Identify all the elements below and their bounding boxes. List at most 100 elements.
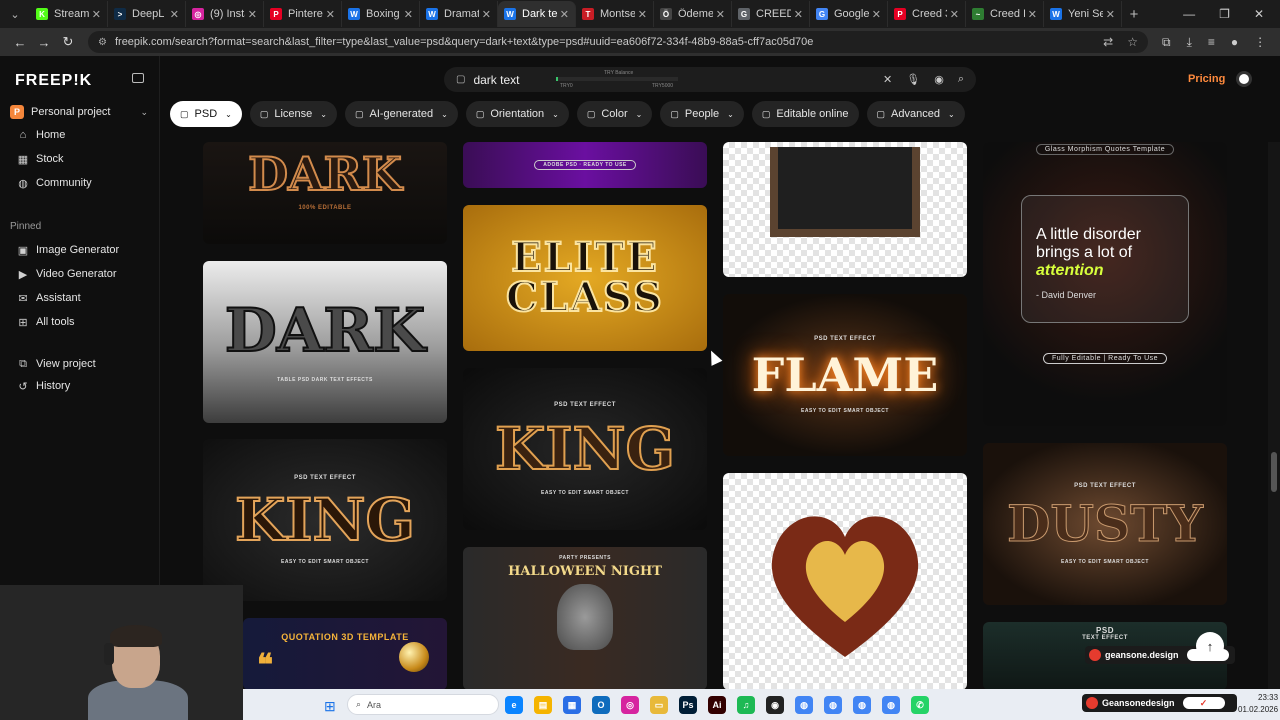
filter-psd[interactable]: ▢ PSD ⌄ — [170, 101, 242, 127]
tab-close-icon[interactable]: ✕ — [716, 8, 725, 21]
tab-close-icon[interactable]: ✕ — [560, 8, 569, 21]
search-bar[interactable]: ▢ dark text ✕ 🎙 ◉ ⌕ — [444, 67, 976, 92]
filter-editable-online[interactable]: ▢ Editable online — [751, 101, 859, 127]
search-icon[interactable]: ⌕ — [958, 73, 964, 86]
sidebar-item-home[interactable]: ⌂ Home — [16, 127, 66, 143]
url-field[interactable]: ⚙ freepik.com/search?format=search&last_… — [88, 31, 1148, 53]
tab-close-icon[interactable]: ✕ — [794, 8, 803, 21]
bookmark-star-icon[interactable]: ☆ — [1127, 35, 1138, 49]
system-clock[interactable]: 23:33 01.02.2026 — [1238, 692, 1278, 716]
sidebar-item-all-tools[interactable]: ⊞ All tools — [16, 314, 74, 330]
browser-tab[interactable]: P Creed 3✕ — [888, 1, 966, 27]
sidebar-item-community[interactable]: ◍ Community — [16, 175, 91, 191]
illustrator-icon[interactable]: Ai — [708, 696, 726, 714]
sidebar-item-view-project[interactable]: ⧉ View project — [16, 356, 96, 372]
translate-icon[interactable]: ⇄ — [1103, 35, 1113, 49]
minimize-icon[interactable]: — — [1183, 7, 1195, 21]
tab-close-icon[interactable]: ✕ — [92, 8, 101, 21]
result-card-purple[interactable]: ADOBE PSD · READY TO USE — [463, 142, 707, 188]
freepik-logo[interactable]: FREEP!K — [15, 72, 92, 90]
tab-close-icon[interactable]: ✕ — [1106, 8, 1115, 21]
close-window-icon[interactable]: ✕ — [1254, 7, 1264, 21]
camera-icon[interactable]: ◉ — [934, 73, 944, 86]
back-icon[interactable]: ← — [8, 35, 32, 50]
follow-check-icon[interactable]: ✓ — [1182, 697, 1225, 709]
result-card-halloween[interactable]: PARTY PRESENTS HALLOWEEN NIGHT — [463, 547, 707, 690]
tab-close-icon[interactable]: ✕ — [170, 8, 179, 21]
result-card-dusty[interactable]: PSD TEXT EFFECT DUSTY EASY TO EDIT SMART… — [983, 443, 1227, 605]
tab-search-icon[interactable]: ⌄ — [4, 3, 26, 25]
browser-tab[interactable]: G Google ✕ — [810, 1, 888, 27]
browser-tab[interactable]: W Yeni Sek✕ — [1044, 1, 1122, 27]
github-icon[interactable]: ◉ — [766, 696, 784, 714]
sidebar-item-assistant[interactable]: ✉ Assistant — [16, 290, 80, 306]
chrome-icon[interactable]: ◍ — [795, 696, 813, 714]
scroll-to-top-button[interactable]: ↑ — [1196, 632, 1224, 660]
project-selector[interactable]: P Personal project ⌄ — [10, 102, 148, 122]
image-search-icon[interactable]: ▢ — [456, 74, 465, 85]
browser-tab[interactable]: > DeepL Tr✕ — [108, 1, 186, 27]
forward-icon[interactable]: → — [32, 35, 56, 50]
result-card-flame[interactable]: PSD TEXT EFFECT FLAME EASY TO EDIT SMART… — [723, 294, 967, 456]
filter-ai-generated[interactable]: ▢ AI-generated ⌄ — [344, 101, 458, 127]
reading-list-icon[interactable]: ≡ — [1208, 35, 1215, 50]
scrollbar-thumb[interactable] — [1271, 452, 1277, 492]
download-icon[interactable]: ⤓ — [1187, 35, 1192, 50]
page-scrollbar[interactable] — [1268, 142, 1280, 690]
chrome-icon[interactable]: ◍ — [853, 696, 871, 714]
filter-advanced[interactable]: ▢ Advanced ⌄ — [866, 101, 965, 127]
instagram-icon[interactable]: ◎ — [621, 696, 639, 714]
sidebar-item-history[interactable]: ↺ History — [16, 378, 70, 394]
tab-close-icon[interactable]: ✕ — [872, 8, 881, 21]
filter-license[interactable]: ▢ License ⌄ — [249, 101, 337, 127]
tab-close-icon[interactable]: ✕ — [482, 8, 491, 21]
tab-close-icon[interactable]: ✕ — [248, 8, 257, 21]
browser-tab[interactable]: K Stream ✕ — [30, 1, 108, 27]
result-card-elite-class[interactable]: ELITE CLASS — [463, 205, 707, 351]
whatsapp-icon[interactable]: ✆ — [911, 696, 929, 714]
photoshop-icon[interactable]: Ps — [679, 696, 697, 714]
result-card-dark-silver[interactable]: DARK TABLE PSD DARK TEXT EFFECTS — [203, 261, 447, 423]
menu-kebab-icon[interactable]: ⋮ — [1254, 35, 1266, 50]
windows-start-icon[interactable]: ⊞ — [324, 698, 336, 715]
edge-icon[interactable]: e — [505, 696, 523, 714]
result-card-king-bronze[interactable]: PSD TEXT EFFECT KING EASY TO EDIT SMART … — [463, 368, 707, 530]
profile-icon[interactable]: ● — [1231, 35, 1238, 50]
clear-search-icon[interactable]: ✕ — [883, 73, 892, 86]
result-card-king-gold[interactable]: PSD TEXT EFFECT KING EASY TO EDIT SMART … — [203, 439, 447, 601]
browser-tab[interactable]: T Montser✕ — [576, 1, 654, 27]
result-card-heart[interactable] — [723, 473, 967, 690]
browser-tab[interactable]: G CREED 3✕ — [732, 1, 810, 27]
chrome-icon[interactable]: ◍ — [882, 696, 900, 714]
new-tab-button[interactable]: + — [1122, 6, 1146, 23]
microphone-icon[interactable]: 🎙 — [906, 73, 920, 86]
outlook-icon[interactable]: O — [592, 696, 610, 714]
tab-close-icon[interactable]: ✕ — [638, 8, 647, 21]
chrome-icon[interactable]: ◍ — [824, 696, 842, 714]
filter-color[interactable]: ▢ Color ⌄ — [576, 101, 653, 127]
site-info-icon[interactable]: ⚙ — [98, 37, 107, 48]
result-card-glass-quote[interactable]: Glass Morphism Quotes Template A little … — [983, 142, 1227, 426]
browser-tab[interactable]: P Pinteres✕ — [264, 1, 342, 27]
file-explorer-icon[interactable]: ▤ — [534, 696, 552, 714]
search-input[interactable]: dark text — [473, 73, 519, 87]
spotify-icon[interactable]: ♫ — [737, 696, 755, 714]
avatar[interactable] — [1236, 71, 1252, 87]
browser-tab[interactable]: W Boxing m✕ — [342, 1, 420, 27]
browser-tab[interactable]: W Dramati ✕ — [420, 1, 498, 27]
sidebar-item-image-generator[interactable]: ▣ Image Generator — [16, 242, 119, 258]
sidebar-item-stock[interactable]: ▦ Stock — [16, 151, 64, 167]
tab-close-icon[interactable]: ✕ — [326, 8, 335, 21]
browser-tab[interactable]: W Dark tex✕ — [498, 1, 576, 27]
sidebar-toggle-icon[interactable] — [132, 73, 144, 83]
browser-tab[interactable]: ◎ (9) Instag✕ — [186, 1, 264, 27]
result-card-dark-gold[interactable]: DARK 100% EDITABLE — [203, 142, 447, 244]
restore-icon[interactable]: ❐ — [1219, 7, 1230, 21]
sidebar-item-video-generator[interactable]: ▶ Video Generator — [16, 266, 117, 282]
pricing-link[interactable]: Pricing — [1188, 73, 1225, 85]
browser-tab[interactable]: Ö Ödeme -✕ — [654, 1, 732, 27]
filter-people[interactable]: ▢ People ⌄ — [660, 101, 744, 127]
store-icon[interactable]: ▦ — [563, 696, 581, 714]
result-card-quotation[interactable]: QUOTATION 3D TEMPLATE ❝ — [243, 618, 447, 690]
taskbar-search-field[interactable]: ⌕ Ara — [347, 694, 499, 715]
